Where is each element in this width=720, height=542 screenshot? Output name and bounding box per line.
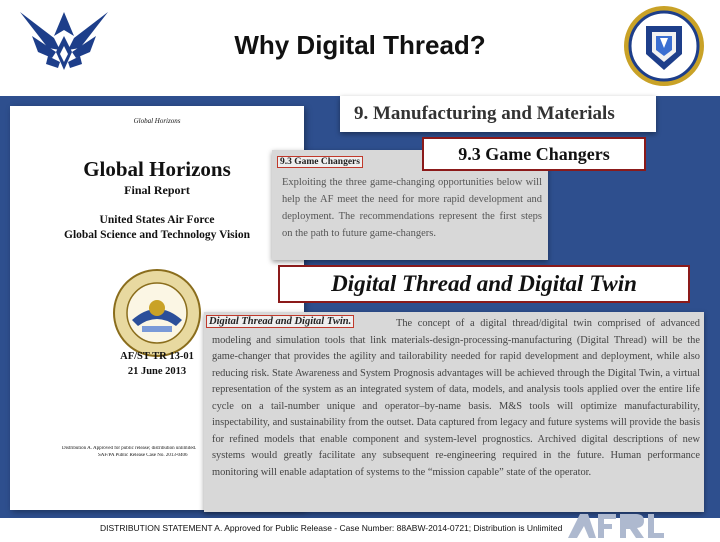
afrl-wordmark-logo bbox=[568, 514, 664, 538]
slide-title: Why Digital Thread? bbox=[234, 30, 486, 60]
digital-thread-callout: Digital Thread and Digital Twin bbox=[278, 265, 690, 303]
chief-scientist-seal-icon bbox=[113, 269, 201, 357]
game-changers-heading: 9.3 Game Changers bbox=[277, 156, 363, 168]
report-org-line-2: Global Science and Technology Vision bbox=[64, 229, 250, 241]
game-changers-callout: 9.3 Game Changers bbox=[422, 137, 646, 171]
report-running-header: Global Horizons bbox=[133, 117, 181, 125]
afrl-seal-icon bbox=[624, 6, 704, 86]
digital-thread-excerpt: The concept of a digital thread/digital … bbox=[204, 312, 704, 512]
game-changers-text: Exploiting the three game-changing oppor… bbox=[282, 177, 542, 239]
distribution-statement: DISTRIBUTION STATEMENT A. Approved for P… bbox=[100, 523, 563, 533]
report-org-line-1: United States Air Force bbox=[99, 214, 215, 226]
report-title: Global Horizons bbox=[83, 157, 231, 181]
digital-thread-text: The concept of a digital thread/digital … bbox=[212, 318, 700, 478]
digital-thread-heading: Digital Thread and Digital Twin. bbox=[206, 315, 355, 328]
section-banner: 9. Manufacturing and Materials bbox=[340, 96, 656, 132]
report-subtitle: Final Report bbox=[124, 183, 190, 197]
